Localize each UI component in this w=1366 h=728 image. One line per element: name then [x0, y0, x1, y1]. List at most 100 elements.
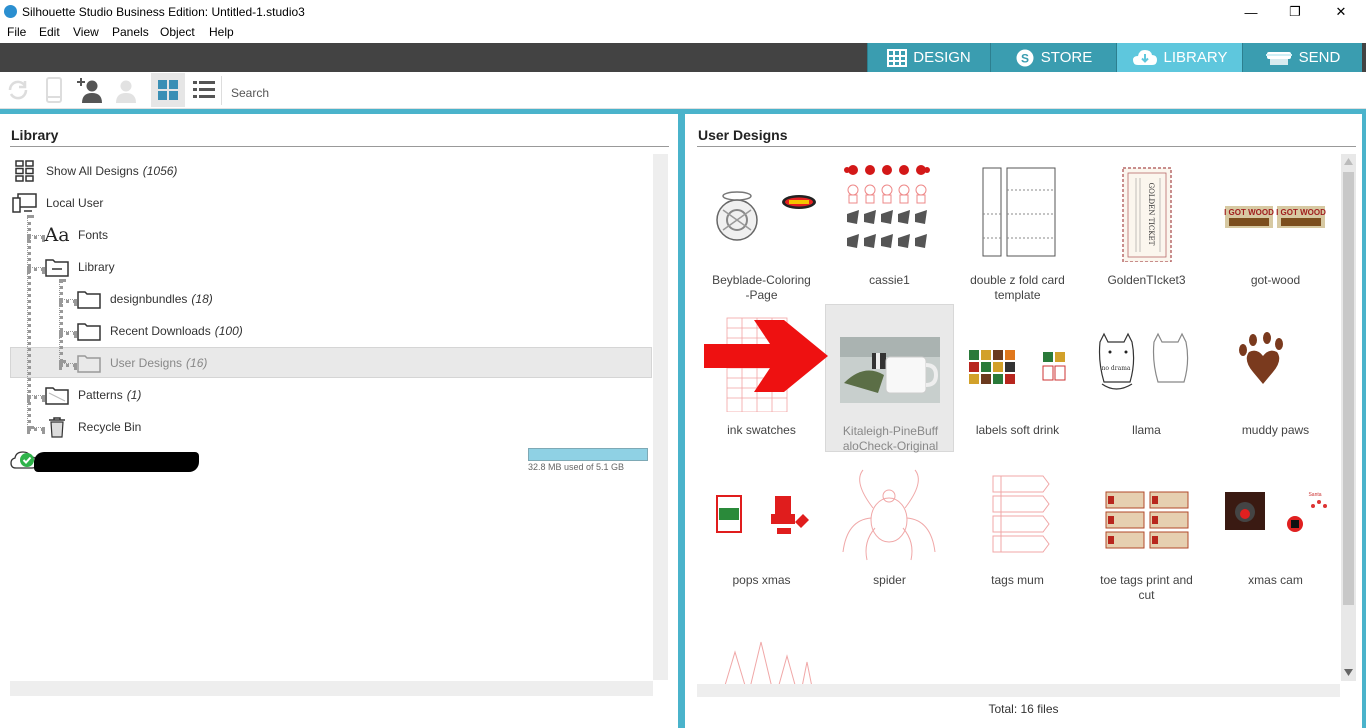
design-thumbnail: I GOT WOOD I GOT WOOD — [1224, 206, 1326, 228]
tree-item-library[interactable]: Library — [44, 255, 115, 279]
scroll-down-icon[interactable] — [1344, 669, 1353, 676]
panel-splitter[interactable] — [678, 114, 685, 728]
tab-design-label: DESIGN — [913, 49, 971, 66]
menu-view[interactable]: View — [73, 25, 99, 39]
grid-view-icon — [158, 80, 178, 100]
device-icon[interactable] — [40, 76, 68, 104]
design-thumbnail — [716, 191, 816, 241]
search-input[interactable]: Search — [231, 86, 269, 100]
design-card-pops-xmas[interactable]: pops xmas — [697, 454, 826, 602]
store-s-icon: S — [1016, 49, 1034, 66]
golden-ticket-text: GOLDEN TICKET — [1147, 183, 1155, 246]
tree-item-recent-downloads[interactable]: Recent Downloads (100) — [76, 319, 243, 343]
design-card-beyblade[interactable]: Beyblade-Coloring -Page — [697, 154, 826, 302]
list-view-button[interactable] — [187, 73, 221, 107]
tree-line — [27, 267, 45, 271]
design-card-tags-mum[interactable]: tags mum — [953, 454, 1082, 602]
design-label: toe tags print and cut — [1100, 573, 1193, 602]
folder-icon — [76, 351, 102, 375]
library-panel: Library Show All Designs (1056) Local Use… — [0, 114, 678, 728]
menu-file[interactable]: File — [7, 25, 26, 39]
tree-line — [27, 427, 45, 431]
tree-item-count: (1056) — [142, 164, 178, 178]
library-panel-divider — [10, 146, 669, 147]
design-thumbnail — [716, 495, 809, 534]
design-thumbnail — [982, 167, 1056, 257]
tree-line — [59, 331, 77, 335]
library-vertical-scrollbar[interactable] — [653, 154, 668, 680]
menu-object[interactable]: Object — [160, 25, 195, 39]
library-horizontal-scrollbar[interactable] — [10, 681, 653, 696]
total-files-count: Total: 16 files — [988, 702, 1059, 716]
tree-item-recycle-bin[interactable]: Recycle Bin — [44, 415, 141, 439]
sync-icon[interactable] — [4, 76, 32, 104]
menu-bar: File Edit View Panels Object Help — [0, 24, 1366, 43]
tree-item-designbundles[interactable]: designbundles (18) — [76, 287, 213, 311]
tab-send[interactable]: SEND — [1242, 43, 1362, 72]
design-card-llama[interactable]: no drama llama — [1082, 304, 1211, 452]
folder-icon — [76, 287, 102, 311]
design-thumbnail — [992, 475, 1050, 553]
design-card-kitaleigh-pine-buffalo-check[interactable]: Kitaleigh-PineBuff aloCheck-Original — [825, 304, 954, 453]
design-card-golden-ticket[interactable]: GOLDEN TICKET GoldenTIcket3 — [1082, 154, 1211, 302]
designs-horizontal-scrollbar[interactable] — [697, 684, 1340, 697]
fonts-aa-icon: Aa — [44, 224, 70, 246]
redacted-account-name — [34, 452, 199, 472]
tree-line — [59, 279, 63, 363]
design-label: Kitaleigh-PineBuff aloCheck-Original — [842, 424, 939, 453]
tree-item-label: Fonts — [78, 228, 109, 242]
design-label: pops xmas — [732, 573, 791, 587]
add-user-icon[interactable] — [76, 76, 104, 104]
design-card-spider[interactable]: spider — [825, 454, 954, 602]
design-card-muddy-paws[interactable]: muddy paws — [1211, 304, 1340, 452]
storage-usage-bar — [528, 448, 648, 461]
design-label: GoldenTIcket3 — [1107, 273, 1186, 287]
tree-item-label: Patterns — [78, 388, 123, 402]
show-all-grid-icon — [12, 159, 38, 183]
designs-scrollbar-thumb[interactable] — [1343, 172, 1354, 605]
red-annotation-arrow-icon — [704, 320, 828, 392]
design-card-xmas-cam[interactable]: Santa xmas cam — [1211, 454, 1340, 602]
scroll-up-icon[interactable] — [1344, 158, 1353, 165]
close-button[interactable]: ✕ — [1318, 0, 1364, 24]
design-label: muddy paws — [1241, 423, 1310, 437]
design-label: xmas cam — [1248, 573, 1303, 587]
tree-item-patterns[interactable]: Patterns (1) — [44, 383, 141, 407]
maximize-button[interactable]: ❐ — [1272, 0, 1318, 24]
minimize-button[interactable]: — — [1228, 0, 1274, 24]
panel-frame-right — [1362, 114, 1366, 728]
tab-store[interactable]: S STORE — [990, 43, 1116, 72]
toolbar-divider — [221, 76, 222, 105]
design-card-labels-soft-drink[interactable]: labels soft drink — [953, 304, 1082, 452]
tree-item-show-all-designs[interactable]: Show All Designs (1056) — [12, 159, 177, 183]
menu-panels[interactable]: Panels — [112, 25, 149, 39]
tree-item-local-user[interactable]: Local User — [12, 191, 103, 215]
design-thumbnail: no drama — [1098, 332, 1189, 390]
design-card-toe-tags[interactable]: toe tags print and cut — [1082, 454, 1211, 602]
design-label: got-wood — [1250, 273, 1301, 287]
design-label: ink swatches — [727, 423, 796, 437]
tree-item-fonts[interactable]: Aa Fonts — [44, 223, 108, 247]
menu-edit[interactable]: Edit — [39, 25, 60, 39]
design-thumbnail — [1239, 332, 1283, 384]
tree-item-user-designs[interactable]: User Designs (16) — [76, 351, 207, 375]
user-designs-divider — [697, 146, 1356, 147]
design-card-cassie1[interactable]: cassie1 — [825, 154, 954, 302]
design-label: double z fold card template — [970, 273, 1065, 302]
cutter-machine-icon — [1265, 51, 1292, 65]
design-card-trees[interactable] — [697, 604, 826, 684]
design-label: llama — [1132, 423, 1161, 437]
tree-line — [27, 395, 45, 399]
menu-help[interactable]: Help — [209, 25, 234, 39]
user-designs-title: User Designs — [698, 127, 788, 143]
design-card-double-z-fold[interactable]: double z fold card template — [953, 154, 1082, 302]
tab-design[interactable]: DESIGN — [867, 43, 990, 72]
design-card-got-wood[interactable]: I GOT WOOD I GOT WOOD got-wood — [1211, 154, 1340, 302]
app-logo-icon — [4, 5, 17, 18]
user-icon[interactable] — [112, 76, 140, 104]
tab-library[interactable]: LIBRARY — [1116, 43, 1242, 72]
grid-view-button[interactable] — [151, 73, 185, 107]
tree-item-count: (18) — [191, 292, 213, 306]
design-grid-icon — [887, 48, 908, 67]
tree-line — [59, 299, 77, 303]
